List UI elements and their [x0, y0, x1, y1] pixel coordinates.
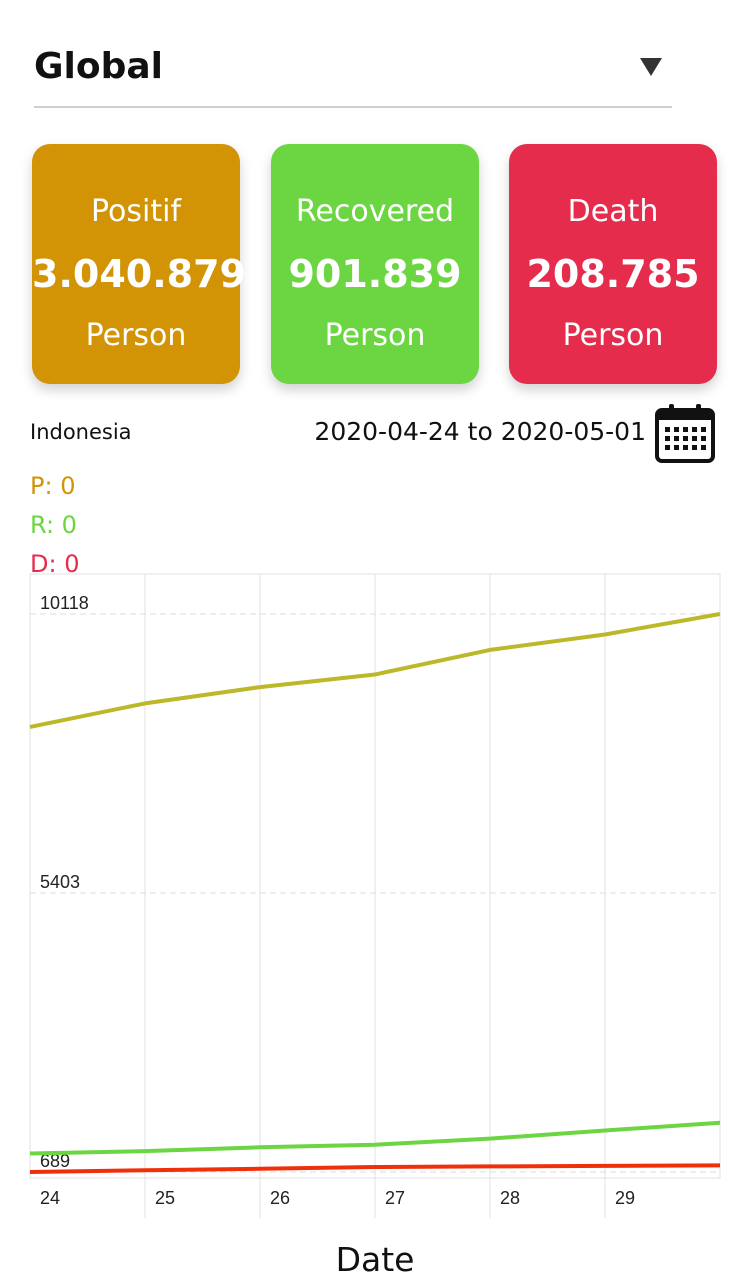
calendar-icon[interactable] [654, 402, 716, 464]
country-name: Indonesia [30, 420, 132, 444]
y-tick-label: 10118 [40, 593, 89, 613]
x-tick-label: 26 [270, 1188, 290, 1208]
positif-label: Positif [91, 194, 181, 229]
recovered-label: Recovered [295, 194, 455, 229]
death-label: Death [567, 194, 659, 229]
x-tick-label: 24 [40, 1188, 60, 1208]
date-range[interactable]: 2020-04-24 to 2020-05-01 [314, 417, 646, 446]
x-tick-label: 29 [615, 1188, 635, 1208]
recovered-stat: R: 0 [30, 511, 77, 539]
chevron-down-icon[interactable] [640, 58, 662, 76]
x-tick-label: 27 [385, 1188, 405, 1208]
death-unit: Person [562, 318, 664, 353]
y-tick-label: 5403 [40, 872, 80, 892]
death-card: Death 208.785 Person [509, 144, 717, 384]
positif-stat: P: 0 [30, 472, 76, 500]
x-tick-label: 28 [500, 1188, 520, 1208]
x-tick-label: 25 [155, 1188, 175, 1208]
positif-unit: Person [85, 318, 187, 353]
line-chart: 68954031011824 25 26 27 28 29 [29, 573, 721, 1218]
recovered-card: Recovered 901.839 Person [271, 144, 479, 384]
region-selector[interactable]: Global [34, 40, 672, 108]
region-selector-label: Global [34, 46, 164, 87]
x-axis-title: Date [335, 1240, 415, 1279]
death-value: 208.785 [526, 252, 700, 296]
recovered-value: 901.839 [288, 252, 462, 296]
recovered-unit: Person [324, 318, 426, 353]
positif-card: Positif 3.040.879 Person [32, 144, 246, 384]
positif-value: 3.040.879 [32, 252, 246, 296]
